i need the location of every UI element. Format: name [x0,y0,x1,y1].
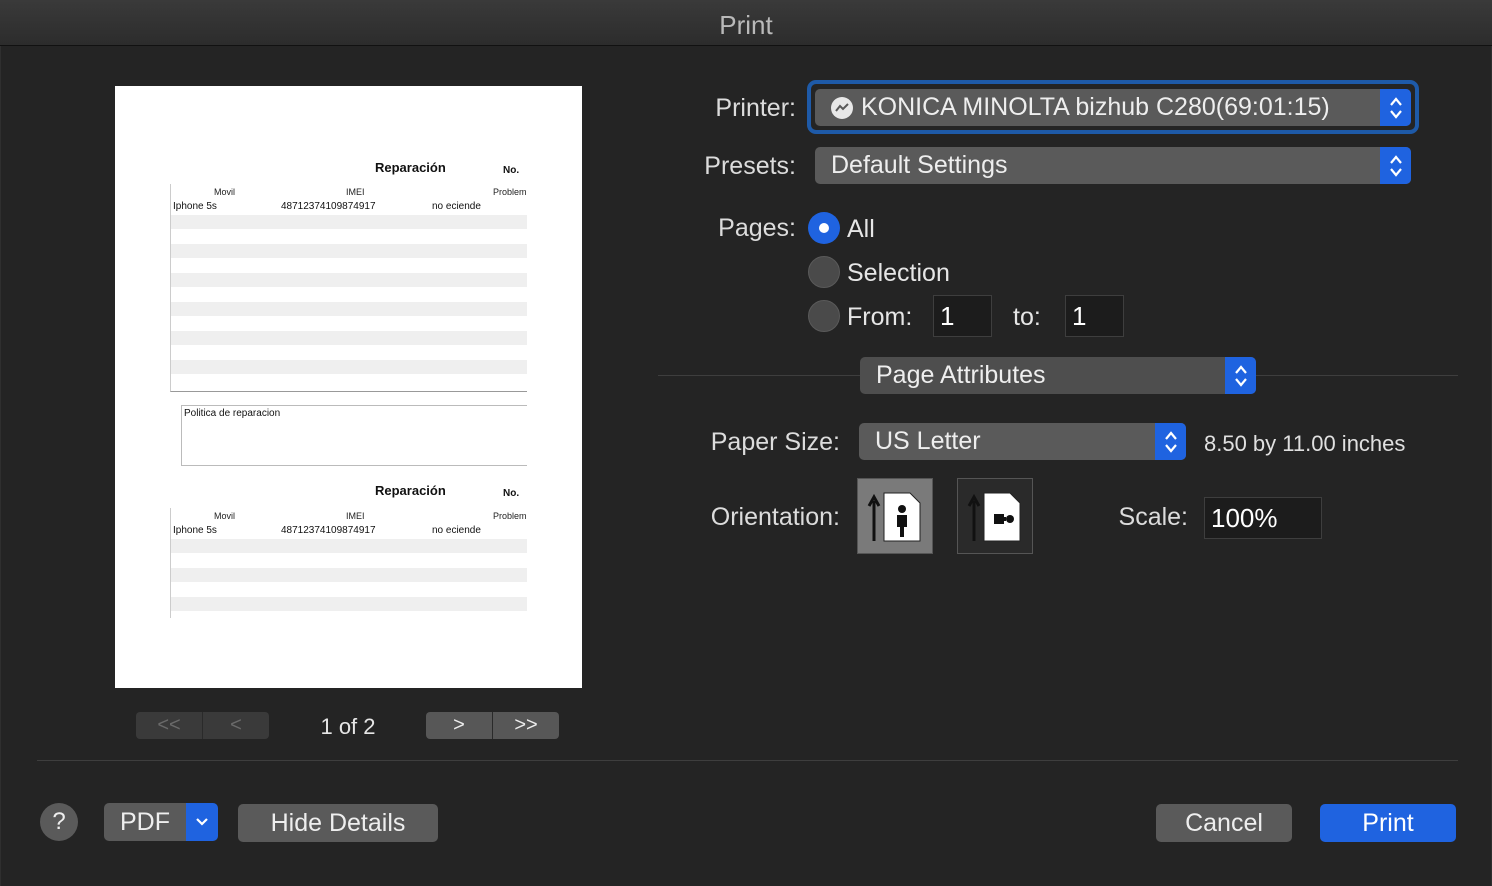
section-popup[interactable]: Page Attributes [860,357,1256,394]
preview-policy-box: Politica de reparacion [181,405,527,466]
presets-chevrons-icon [1380,147,1411,184]
help-button[interactable]: ? [40,803,78,841]
preview-cell-imei: 48712374109874917 [281,201,376,212]
pdf-menu-button[interactable] [186,803,218,841]
scale-label: Scale: [1118,503,1188,531]
paper-size-chevrons-icon [1155,423,1186,460]
table-row [171,359,527,374]
page-indicator: 1 of 2 [320,714,376,739]
preview-col-imei: IMEI [346,187,365,197]
preview-number-label: No. [503,488,520,499]
table-row [171,287,527,302]
table-row [171,272,527,287]
table-row [171,316,527,331]
preview-number-label: No. [503,165,520,176]
landscape-icon [967,492,1021,542]
preview-table-header: Movil IMEI Problem [171,508,527,524]
presets-popup[interactable]: Default Settings [815,147,1411,184]
printer-popup[interactable]: KONICA MINOLTA bizhub C280(69:01:15) [815,89,1411,126]
presets-value: Default Settings [831,151,1008,179]
paper-size-dimensions: 8.50 by 11.00 inches [1204,431,1406,456]
table-row [171,258,527,273]
printer-label: Printer: [715,94,796,122]
preview-table-header: Movil IMEI Problem [171,184,527,200]
preview-nav-back-group: << < [136,712,269,739]
first-page-button[interactable]: << [136,712,202,739]
previous-page-button[interactable]: < [203,712,269,739]
preview-heading: Reparación [375,160,446,175]
table-row [171,567,527,582]
table-row [171,229,527,244]
section-chevrons-icon [1225,357,1256,394]
table-row [171,345,527,360]
print-button[interactable]: Print [1320,804,1456,842]
table-row [171,214,527,229]
table-row: Iphone 5s 48712374109874917 no eciende [171,200,527,215]
printer-value: KONICA MINOLTA bizhub C280(69:01:15) [861,93,1330,121]
pages-all-radio[interactable] [808,212,840,244]
footer-divider [37,760,1458,761]
preview-policy-label: Politica de reparacion [184,408,281,419]
table-row [171,582,527,597]
presets-label: Presets: [704,152,796,180]
table-row [171,596,527,611]
pages-from-field[interactable]: 1 [933,295,992,337]
preview-cell-problem: no eciende [432,525,481,536]
preview-col-problem: Problem [493,511,527,521]
pages-range-radio[interactable] [808,300,840,332]
preview-heading: Reparación [375,483,446,498]
pages-to-label: to: [1013,303,1041,331]
preview-table: Movil IMEI Problem Iphone 5s 48712374109… [170,184,527,392]
table-row [171,553,527,568]
preview-col-problem: Problem [493,187,527,197]
paper-size-value: US Letter [875,427,981,455]
next-page-button[interactable]: > [426,712,492,739]
paper-size-label: Paper Size: [710,428,840,456]
pages-all-label: All [847,215,875,243]
scale-field[interactable]: 100% [1204,497,1322,539]
pages-to-field[interactable]: 1 [1065,295,1124,337]
preview-cell-imei: 48712374109874917 [281,525,376,536]
paper-size-popup[interactable]: US Letter [859,423,1186,460]
chevron-down-icon [196,818,208,826]
printer-status-icon [831,96,853,119]
preview-col-imei: IMEI [346,511,365,521]
portrait-icon [867,492,921,542]
window-title: Print [719,10,773,40]
section-popup-value: Page Attributes [876,361,1046,389]
print-preview-page: Reparación No. Movil IMEI Problem Iphone… [115,86,582,688]
table-row: Iphone 5s 48712374109874917 no eciende [171,524,527,539]
table-row [171,243,527,258]
pdf-button[interactable]: PDF [104,803,186,841]
pages-from-label: From: [847,303,913,331]
last-page-button[interactable]: >> [493,712,559,739]
orientation-label: Orientation: [710,503,840,531]
preview-cell-problem: no eciende [432,201,481,212]
preview-cell-movil: Iphone 5s [173,201,217,212]
preview-col-movil: Movil [214,511,236,521]
preview-table: Movil IMEI Problem Iphone 5s 48712374109… [170,508,527,618]
pages-selection-radio[interactable] [808,256,840,288]
cancel-button[interactable]: Cancel [1156,804,1292,842]
hide-details-button[interactable]: Hide Details [238,804,438,842]
table-row [171,330,527,345]
table-row [171,538,527,553]
printer-chevrons-icon [1380,89,1411,126]
preview-col-movil: Movil [214,187,236,197]
portrait-orientation-button[interactable] [857,478,933,554]
preview-nav-forward-group: > >> [426,712,559,739]
landscape-orientation-button[interactable] [957,478,1033,554]
pages-selection-label: Selection [847,259,950,287]
pages-label: Pages: [718,214,796,242]
preview-cell-movil: Iphone 5s [173,525,217,536]
table-row [171,301,527,316]
title-bar: Print [0,0,1492,46]
table-row [171,374,527,389]
